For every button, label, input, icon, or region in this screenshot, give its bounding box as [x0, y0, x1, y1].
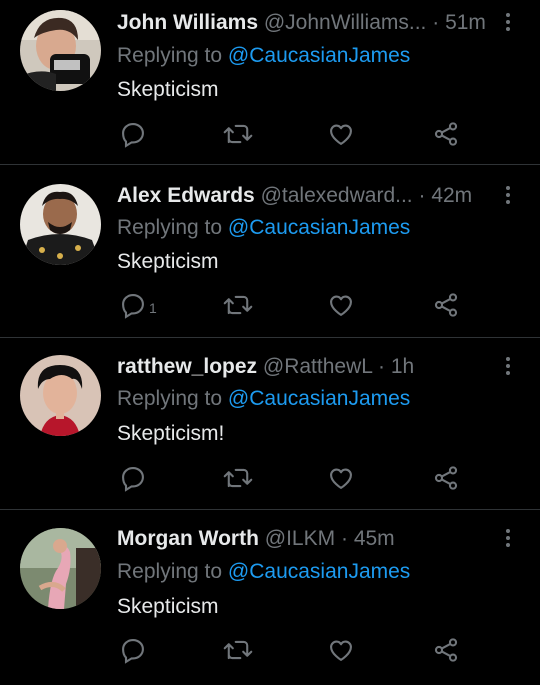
share-button[interactable]: [432, 289, 460, 321]
user-handle[interactable]: @talexedward...: [261, 184, 413, 207]
share-icon: [434, 638, 458, 662]
action-bar: [117, 118, 477, 150]
tweet[interactable]: Alex Edwards @talexedward... · 42m Reply…: [0, 166, 540, 338]
heart-icon: [330, 468, 352, 489]
mention-link[interactable]: @CaucasianJames: [228, 387, 410, 410]
heart-icon: [330, 124, 352, 145]
like-button[interactable]: [327, 634, 355, 666]
avatar-photo: [20, 184, 101, 265]
avatar[interactable]: [20, 355, 101, 436]
avatar-photo: [20, 10, 101, 91]
tweet-text: Skepticism: [117, 250, 219, 273]
heart-icon: [330, 640, 352, 661]
share-icon: [434, 293, 458, 317]
retweet-icon: [223, 124, 253, 144]
timestamp[interactable]: 51m: [445, 11, 486, 34]
more-icon[interactable]: [498, 181, 518, 209]
tweet-text: Skepticism!: [117, 422, 225, 445]
reply-button[interactable]: [119, 462, 149, 494]
replying-to: Replying to @CaucasianJames: [117, 215, 410, 241]
tweet-header: Morgan Worth @ILKM · 45m: [117, 526, 496, 552]
user-handle[interactable]: @ILKM: [265, 527, 335, 550]
reply-button[interactable]: 1: [119, 289, 157, 321]
more-icon[interactable]: [498, 8, 518, 36]
avatar-photo: [20, 355, 101, 436]
tweet-header: ratthew_lopez @RatthewL · 1h: [117, 354, 496, 380]
more-icon[interactable]: [498, 352, 518, 380]
retweet-button[interactable]: [223, 462, 253, 494]
display-name[interactable]: Alex Edwards: [117, 184, 255, 207]
separator: ·: [432, 11, 440, 34]
mention-link[interactable]: @CaucasianJames: [228, 560, 410, 583]
user-handle[interactable]: @JohnWilliams...: [264, 11, 427, 34]
separator: ·: [418, 184, 426, 207]
tweet-text: Skepticism: [117, 595, 219, 618]
replying-prefix: Replying to: [117, 44, 223, 67]
tweet[interactable]: ratthew_lopez @RatthewL · 1h Replying to…: [0, 339, 540, 510]
separator: ·: [340, 527, 348, 550]
retweet-icon: [223, 295, 253, 315]
action-bar: 1: [117, 289, 477, 321]
avatar-photo: [20, 528, 101, 609]
reply-button[interactable]: [119, 634, 149, 666]
reply-count: 1: [149, 300, 157, 316]
avatar[interactable]: [20, 184, 101, 265]
tweet-text: Skepticism: [117, 78, 219, 101]
replying-prefix: Replying to: [117, 560, 223, 583]
timestamp[interactable]: 1h: [391, 355, 414, 378]
action-bar: [117, 462, 477, 494]
separator: ·: [377, 355, 385, 378]
share-icon: [434, 466, 458, 490]
replying-prefix: Replying to: [117, 387, 223, 410]
reply-icon: [122, 639, 144, 664]
avatar[interactable]: [20, 10, 101, 91]
tweet[interactable]: Morgan Worth @ILKM · 45m Replying to @Ca…: [0, 511, 540, 685]
reply-icon: [122, 467, 144, 492]
reply-button[interactable]: [119, 118, 149, 150]
like-button[interactable]: [327, 118, 355, 150]
more-icon[interactable]: [498, 524, 518, 552]
action-bar: [117, 634, 477, 666]
reply-icon: [122, 294, 144, 319]
retweet-icon: [223, 468, 253, 488]
tweet[interactable]: John Williams @JohnWilliams... · 51m Rep…: [0, 0, 540, 165]
share-button[interactable]: [432, 462, 460, 494]
display-name[interactable]: Morgan Worth: [117, 527, 259, 550]
tweet-header: John Williams @JohnWilliams... · 51m: [117, 10, 496, 36]
share-icon: [434, 122, 458, 146]
retweet-button[interactable]: [223, 118, 253, 150]
replying-prefix: Replying to: [117, 216, 223, 239]
tweet-header: Alex Edwards @talexedward... · 42m: [117, 183, 496, 209]
heart-icon: [330, 295, 352, 316]
reply-icon: [122, 123, 144, 148]
user-handle[interactable]: @RatthewL: [263, 355, 372, 378]
share-button[interactable]: [432, 634, 460, 666]
like-button[interactable]: [327, 289, 355, 321]
mention-link[interactable]: @CaucasianJames: [228, 44, 410, 67]
display-name[interactable]: ratthew_lopez: [117, 355, 257, 378]
timestamp[interactable]: 45m: [354, 527, 395, 550]
replying-to: Replying to @CaucasianJames: [117, 43, 410, 69]
replying-to: Replying to @CaucasianJames: [117, 559, 410, 585]
timestamp[interactable]: 42m: [431, 184, 472, 207]
like-button[interactable]: [327, 462, 355, 494]
mention-link[interactable]: @CaucasianJames: [228, 216, 410, 239]
retweet-button[interactable]: [223, 634, 253, 666]
retweet-icon: [223, 640, 253, 660]
avatar[interactable]: [20, 528, 101, 609]
display-name[interactable]: John Williams: [117, 11, 258, 34]
retweet-button[interactable]: [223, 289, 253, 321]
replying-to: Replying to @CaucasianJames: [117, 386, 410, 412]
reply-feed: John Williams @JohnWilliams... · 51m Rep…: [0, 0, 540, 685]
share-button[interactable]: [432, 118, 460, 150]
